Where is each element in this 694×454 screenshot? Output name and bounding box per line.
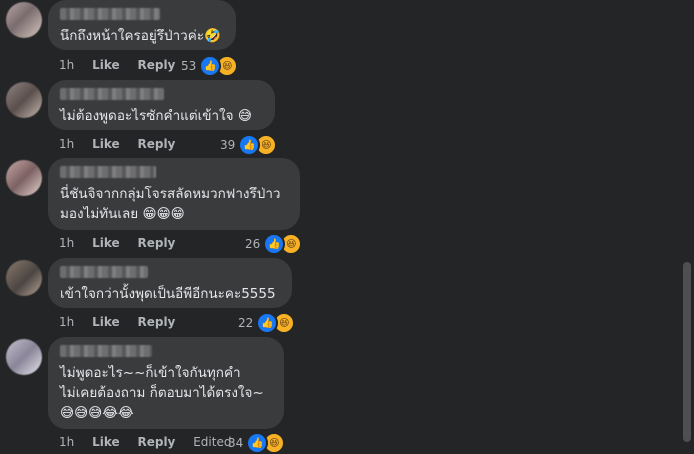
reply-button[interactable]: Reply: [137, 434, 175, 450]
thumbs-up-icon: 👍: [256, 312, 279, 334]
reaction-count: 53: [181, 59, 197, 73]
commenter-name[interactable]: [60, 166, 156, 178]
reaction-summary[interactable]: 26 👍 😆: [245, 233, 303, 255]
comment-text: นึกถึงหน้าใครอยู่รึป่าวค่ะ🤣: [60, 28, 221, 44]
like-button[interactable]: Like: [92, 314, 120, 330]
thumbs-up-icon: 👍: [238, 134, 261, 156]
comment-bubble: ไม่ต้องพูดอะไรซักคำแต่เข้าใจ 😅: [48, 80, 275, 130]
comment-actions: 1h Like Reply: [59, 235, 189, 251]
avatar[interactable]: [6, 82, 42, 118]
reaction-count: 22: [238, 316, 254, 330]
timestamp[interactable]: 1h: [59, 235, 74, 251]
reply-button[interactable]: Reply: [137, 136, 175, 152]
commenter-name[interactable]: [60, 88, 164, 100]
commenter-name[interactable]: [60, 266, 148, 278]
edited-label[interactable]: Edited: [193, 434, 231, 450]
timestamp[interactable]: 1h: [59, 434, 74, 450]
commenter-name[interactable]: [60, 8, 160, 20]
timestamp[interactable]: 1h: [59, 57, 74, 73]
timestamp[interactable]: 1h: [59, 136, 74, 152]
scrollbar[interactable]: [683, 262, 691, 442]
thumbs-up-icon: 👍: [199, 55, 222, 77]
comment-actions: 1h Like Reply: [59, 136, 189, 152]
like-button[interactable]: Like: [92, 235, 120, 251]
timestamp[interactable]: 1h: [59, 314, 74, 330]
thumbs-up-icon: 👍: [263, 233, 286, 255]
reply-button[interactable]: Reply: [137, 314, 175, 330]
reaction-count: 26: [245, 237, 261, 251]
comment-bubble: ไม่พูดอะไร~~ก็เข้าใจกันทุกคำ ไม่เคยต้องถ…: [48, 337, 284, 429]
reaction-summary[interactable]: 39 👍 😆: [220, 134, 278, 156]
reaction-summary[interactable]: 34 👍 😆: [228, 432, 286, 454]
reply-button[interactable]: Reply: [137, 235, 175, 251]
like-button[interactable]: Like: [92, 57, 120, 73]
comment-bubble: เข้าใจกว่านั้งพุดเป็นอีพีอีกนะคะ5555: [48, 258, 292, 308]
commenter-name[interactable]: [60, 345, 152, 357]
reaction-summary[interactable]: 22 👍 😆: [238, 312, 296, 334]
comment-actions: 1h Like Reply Edited: [59, 434, 245, 450]
comment-text: ไม่พูดอะไร~~ก็เข้าใจกันทุกคำ ไม่เคยต้องถ…: [60, 365, 264, 421]
comment-actions: 1h Like Reply: [59, 57, 189, 73]
avatar[interactable]: [6, 260, 42, 296]
avatar[interactable]: [6, 2, 42, 38]
comment-actions: 1h Like Reply: [59, 314, 189, 330]
comment-text: ไม่ต้องพูดอะไรซักคำแต่เข้าใจ 😅: [60, 108, 252, 124]
reaction-count: 39: [220, 138, 236, 152]
reaction-count: 34: [228, 436, 244, 450]
comment-bubble: นี่ชันจิจากกลุ่มโจรสลัดหมวกฟางรึป่าว มอง…: [48, 158, 300, 230]
avatar[interactable]: [6, 160, 42, 196]
avatar[interactable]: [6, 339, 42, 375]
comment-text: นี่ชันจิจากกลุ่มโจรสลัดหมวกฟางรึป่าว มอง…: [60, 186, 281, 222]
comment-bubble: นึกถึงหน้าใครอยู่รึป่าวค่ะ🤣: [48, 0, 236, 50]
reaction-summary[interactable]: 53 👍 😆: [181, 55, 239, 77]
thumbs-up-icon: 👍: [246, 432, 269, 454]
reply-button[interactable]: Reply: [137, 57, 175, 73]
like-button[interactable]: Like: [92, 136, 120, 152]
like-button[interactable]: Like: [92, 434, 120, 450]
comment-text: เข้าใจกว่านั้งพุดเป็นอีพีอีกนะคะ5555: [60, 286, 276, 302]
